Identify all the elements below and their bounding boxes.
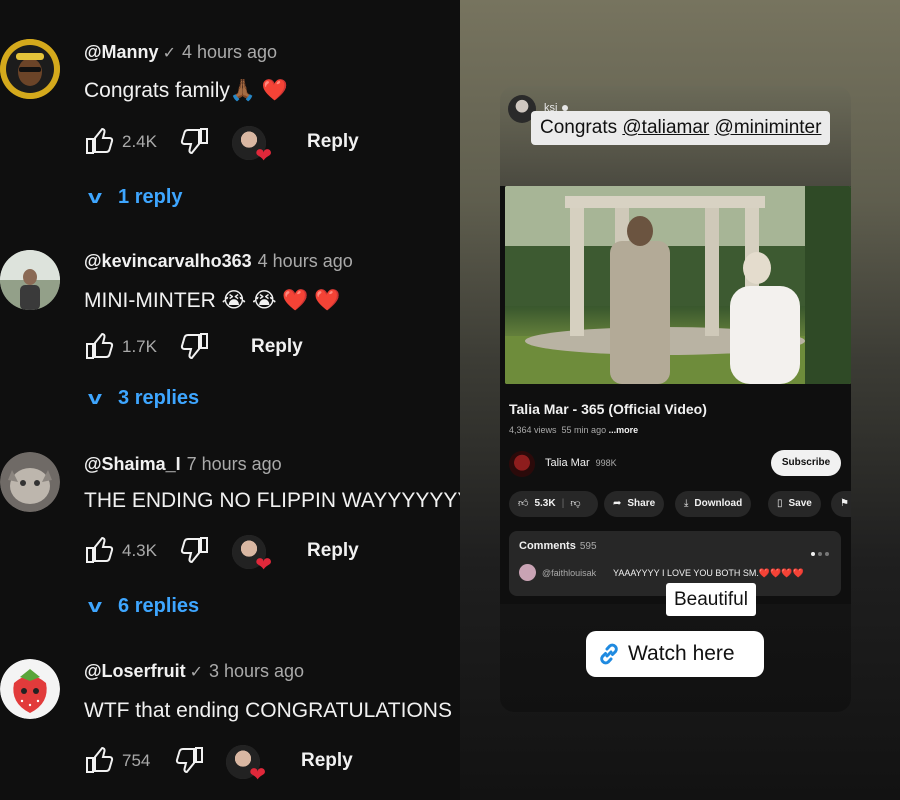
like-icon[interactable] — [84, 745, 114, 775]
comment-header: @kevincarvalho363 4 hours ago — [84, 251, 353, 272]
comment-timestamp[interactable]: 7 hours ago — [187, 454, 282, 474]
report-button[interactable]: ⚑ — [831, 491, 851, 517]
comment-username[interactable]: @Manny — [84, 42, 159, 62]
comment-header: @Loserfruit ✓ 3 hours ago — [84, 661, 304, 682]
link-label: Watch here — [628, 642, 735, 665]
comment-header: @Manny ✓ 4 hours ago — [84, 42, 277, 63]
avatar — [519, 564, 536, 581]
comment-timestamp[interactable]: 4 hours ago — [182, 42, 277, 62]
comment-actions: 1.7K Reply — [84, 331, 454, 367]
like-count: 4.3K — [122, 541, 157, 560]
youtube-share-preview[interactable]: Talia Mar - 365 (Official Video) 4,364 v… — [500, 186, 851, 604]
replies-count: 6 replies — [118, 595, 200, 617]
avatar[interactable] — [0, 452, 60, 512]
comment-username: @faithlouisak — [542, 568, 597, 578]
view-replies-button[interactable]: v 3 replies — [87, 387, 200, 410]
carousel-dots — [808, 543, 829, 561]
dislike-icon[interactable] — [180, 331, 210, 361]
like-icon[interactable] — [84, 331, 114, 361]
comment-username[interactable]: @Shaima_I — [84, 454, 181, 474]
comments-count: 595 — [579, 541, 597, 552]
more-link[interactable]: ...more — [609, 425, 639, 435]
avatar[interactable] — [0, 250, 60, 310]
chevron-down-icon: v — [87, 388, 103, 408]
view-replies-button[interactable]: v 6 replies — [87, 595, 200, 618]
view-replies-button[interactable]: v 1 reply — [87, 186, 183, 209]
comment-actions: 4.3K ❤ Reply — [84, 535, 454, 575]
heart-icon: ❤ — [255, 554, 272, 576]
like-icon[interactable] — [84, 126, 114, 156]
creator-heart-badge: ❤ — [232, 126, 272, 166]
comment-text: THE ENDING NO FLIPPIN WAYYYYYYYY — [84, 489, 460, 512]
story-card[interactable]: ksi Congrats @taliamar @miniminter Talia… — [500, 86, 851, 712]
video-title[interactable]: Talia Mar - 365 (Official Video) — [509, 401, 707, 417]
avatar[interactable] — [0, 659, 60, 719]
story-panel: ksi Congrats @taliamar @miniminter Talia… — [460, 0, 900, 800]
story-caption: Congrats @taliamar @miniminter — [531, 111, 831, 145]
flag-icon: ⚑ — [840, 498, 849, 509]
download-button[interactable]: ⤓ Download — [675, 491, 752, 517]
creator-heart-badge: ❤ — [232, 535, 272, 575]
reply-button[interactable]: Reply — [307, 131, 359, 153]
link-sticker[interactable]: Watch here — [586, 631, 764, 677]
comment-actions: 2.4K ❤ Reply — [84, 126, 454, 166]
comment-actions: 754 ❤ Reply — [84, 745, 454, 785]
mention-taliamar[interactable]: @taliamar — [622, 117, 709, 138]
comment-timestamp[interactable]: 4 hours ago — [258, 251, 353, 271]
reply-button[interactable]: Reply — [307, 540, 359, 562]
like-dislike-pill[interactable]: 👍︎ 5.3K | 👎︎ — [509, 491, 598, 517]
download-icon: ⤓ — [684, 498, 689, 509]
replies-count: 3 replies — [118, 387, 200, 409]
comment-username[interactable]: @Loserfruit — [84, 661, 186, 681]
channel-name[interactable]: Talia Mar 998K — [545, 457, 617, 469]
comment-text: YAAAYYYY I LOVE YOU BOTH SM.❤️❤️❤️❤️ — [613, 568, 804, 578]
avatar[interactable] — [0, 39, 60, 99]
like-count: 5.3K — [534, 498, 556, 509]
heart-icon: ❤ — [255, 145, 272, 167]
mention-miniminter[interactable]: @miniminter — [715, 117, 822, 138]
link-icon — [600, 644, 618, 665]
like-icon[interactable] — [84, 535, 114, 565]
creator-heart-badge: ❤ — [226, 745, 266, 785]
video-meta: 4,364 views 55 min ago ...more — [509, 425, 639, 435]
comment-text: Congrats family🙏🏾 ❤️ — [84, 79, 289, 102]
chevron-down-icon: v — [87, 596, 103, 616]
verified-check-icon: ✓ — [162, 45, 176, 62]
verified-check-icon: ✓ — [189, 664, 203, 681]
save-button[interactable]: ▯ Save — [768, 491, 821, 517]
channel-avatar[interactable] — [509, 451, 535, 477]
like-count: 2.4K — [122, 132, 157, 151]
comment-text: WTF that ending CONGRATULATIONS — [84, 699, 452, 722]
replies-count: 1 reply — [118, 186, 183, 208]
comment-username[interactable]: @kevincarvalho363 — [84, 251, 252, 271]
heart-icon: ❤ — [249, 764, 266, 786]
share-button[interactable]: ➦ Share — [604, 491, 665, 517]
like-count: 1.7K — [122, 337, 157, 356]
reply-button[interactable]: Reply — [251, 336, 303, 358]
chevron-down-icon: v — [87, 187, 103, 207]
text-sticker: Beautiful — [666, 583, 756, 616]
dislike-icon[interactable]: 👎︎ — [570, 498, 580, 509]
like-icon[interactable]: 👍︎ — [518, 498, 528, 509]
comments-title: Comments 595 — [519, 540, 597, 552]
dislike-icon[interactable] — [180, 535, 210, 565]
comment-header: @Shaima_I 7 hours ago — [84, 454, 282, 475]
like-count: 754 — [122, 751, 151, 770]
comment-text: MINI-MINTER 😭 😭 ❤️ ❤️ — [84, 289, 341, 312]
caption-prefix: Congrats — [540, 117, 623, 138]
comments-panel: @Manny ✓ 4 hours ago Congrats family🙏🏾 ❤️ … — [0, 0, 460, 800]
dislike-icon[interactable] — [180, 126, 210, 156]
share-icon: ➦ — [613, 498, 622, 509]
reply-button[interactable]: Reply — [301, 750, 353, 772]
subscriber-count: 998K — [595, 458, 617, 468]
dislike-icon[interactable] — [175, 745, 205, 775]
subscribe-button[interactable]: Subscribe — [771, 450, 841, 476]
video-thumbnail[interactable] — [505, 186, 851, 384]
comment-timestamp[interactable]: 3 hours ago — [209, 661, 304, 681]
save-icon: ▯ — [777, 498, 783, 509]
